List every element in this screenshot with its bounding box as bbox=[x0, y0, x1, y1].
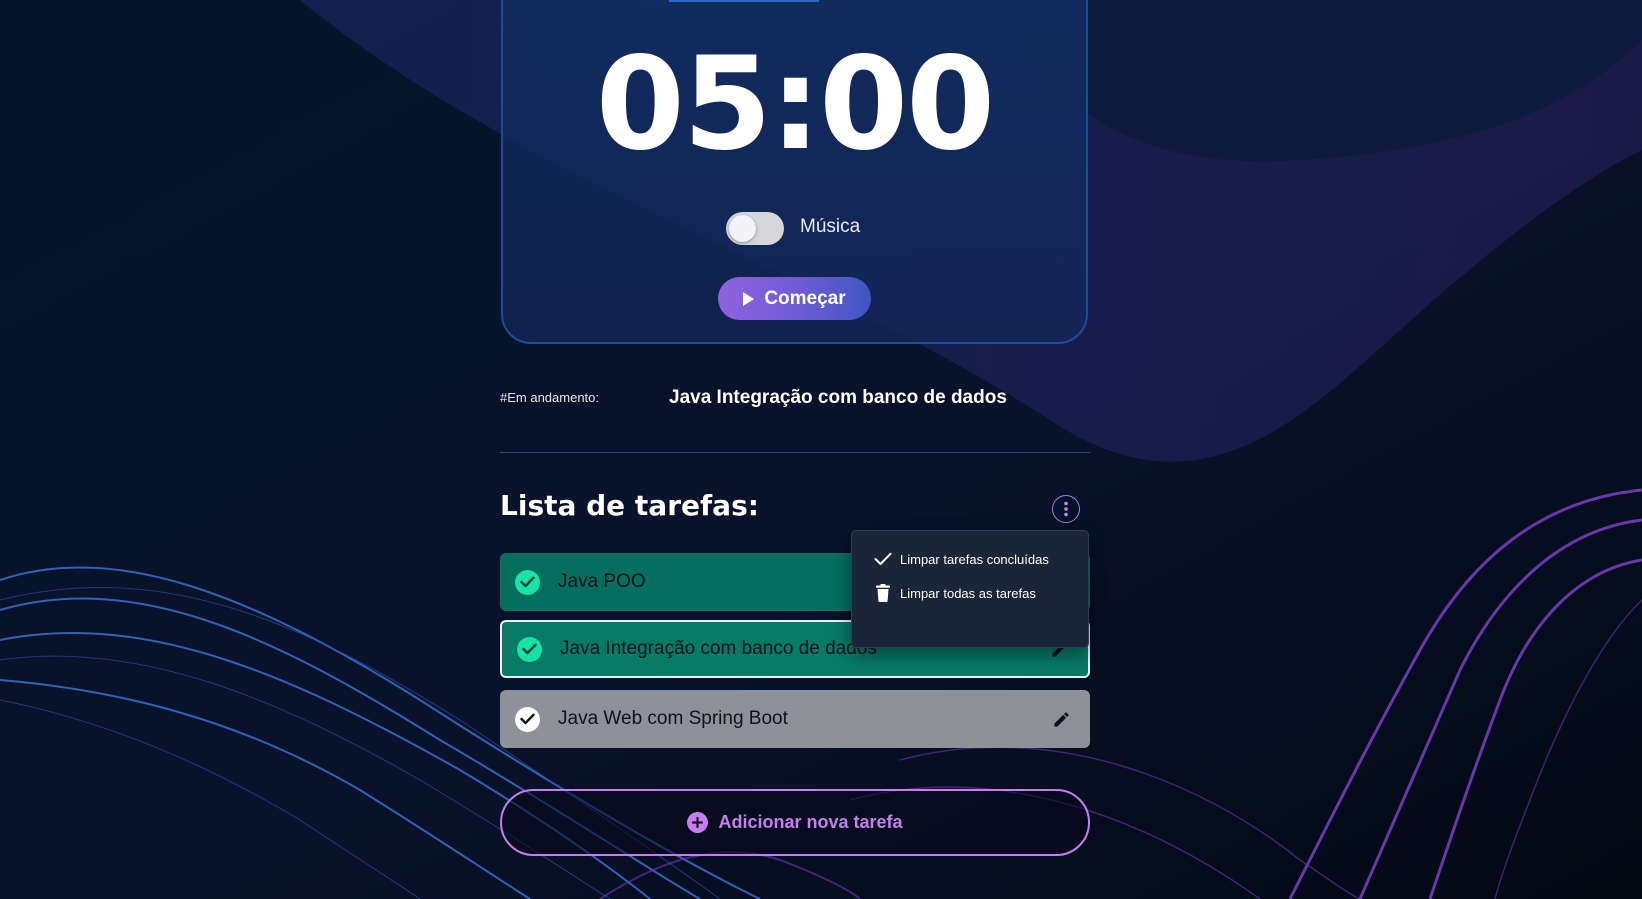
check-icon[interactable] bbox=[517, 636, 542, 662]
trash-icon bbox=[873, 583, 893, 603]
kebab-menu-icon bbox=[1064, 501, 1068, 517]
start-button[interactable]: Começar bbox=[718, 277, 871, 320]
music-toggle[interactable] bbox=[726, 212, 784, 245]
task-list-title: Lista de tarefas: bbox=[500, 489, 759, 522]
toggle-knob bbox=[729, 215, 756, 242]
in-progress-label: #Em andamento: bbox=[500, 390, 600, 405]
menu-item-label: Limpar tarefas concluídas bbox=[900, 551, 1049, 567]
task-label: Java POO bbox=[558, 571, 646, 592]
check-icon[interactable] bbox=[515, 706, 540, 732]
plus-circle-icon bbox=[687, 812, 709, 833]
check-icon[interactable] bbox=[515, 569, 540, 595]
menu-item-label: Limpar todas as tarefas bbox=[900, 585, 1036, 601]
task-label: Java Web com Spring Boot bbox=[558, 708, 788, 729]
mode-tab-indicator bbox=[669, 0, 819, 2]
task-item[interactable]: Java Web com Spring Boot bbox=[500, 690, 1090, 748]
add-task-label: Adicionar nova tarefa bbox=[718, 812, 903, 832]
in-progress-task: Java Integração com banco de dados bbox=[669, 387, 1007, 408]
music-toggle-label: Música bbox=[800, 216, 861, 237]
start-button-label: Começar bbox=[764, 287, 846, 309]
task-label: Java Integração com banco de dados bbox=[560, 638, 877, 659]
edit-icon[interactable] bbox=[1050, 708, 1072, 730]
add-task-button[interactable]: Adicionar nova tarefa bbox=[500, 789, 1090, 856]
timer-display: 05:00 bbox=[595, 30, 995, 179]
task-options-menu: Limpar tarefas concluídas Limpar todas a… bbox=[851, 530, 1089, 648]
divider bbox=[500, 452, 1090, 453]
check-icon bbox=[873, 549, 893, 569]
menu-item-clear-all[interactable]: Limpar todas as tarefas bbox=[852, 578, 1090, 608]
play-icon bbox=[743, 291, 755, 306]
task-options-button[interactable] bbox=[1052, 495, 1080, 523]
menu-item-clear-completed[interactable]: Limpar tarefas concluídas bbox=[852, 544, 1090, 574]
